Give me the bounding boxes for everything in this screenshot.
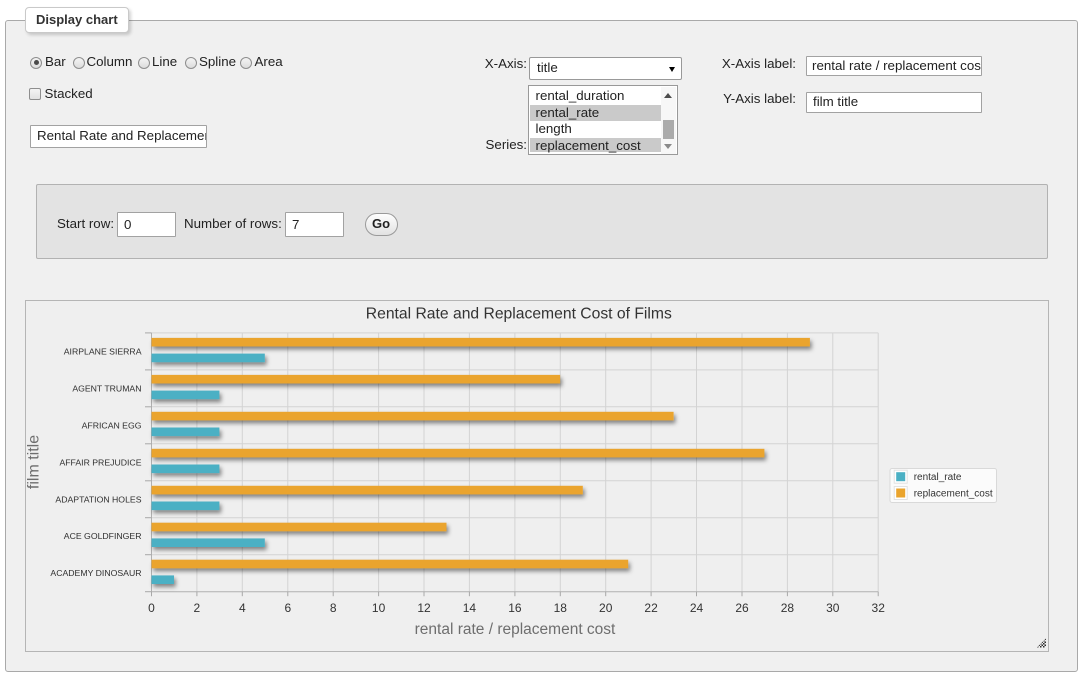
svg-text:replacement_cost: replacement_cost: [913, 489, 992, 500]
svg-text:30: 30: [826, 601, 840, 615]
svg-text:rental rate / replacement cost: rental rate / replacement cost: [414, 621, 615, 638]
svg-text:2: 2: [193, 601, 200, 615]
svg-text:4: 4: [238, 601, 245, 615]
svg-text:16: 16: [508, 601, 522, 615]
svg-text:24: 24: [689, 601, 703, 615]
svg-text:12: 12: [417, 601, 431, 615]
svg-text:AFRICAN EGG: AFRICAN EGG: [81, 420, 141, 430]
svg-text:0: 0: [148, 601, 155, 615]
svg-text:32: 32: [871, 601, 885, 615]
svg-text:film title: film title: [26, 435, 43, 489]
svg-text:ADAPTATION HOLES: ADAPTATION HOLES: [55, 494, 141, 504]
svg-text:10: 10: [371, 601, 385, 615]
svg-text:ACADEMY DINOSAUR: ACADEMY DINOSAUR: [50, 568, 141, 578]
svg-text:14: 14: [462, 601, 476, 615]
svg-text:AGENT TRUMAN: AGENT TRUMAN: [72, 383, 141, 393]
svg-text:8: 8: [329, 601, 336, 615]
svg-text:ACE GOLDFINGER: ACE GOLDFINGER: [63, 531, 141, 541]
svg-text:Rental Rate and Replacement Co: Rental Rate and Replacement Cost of Film…: [365, 305, 671, 322]
svg-text:AIRPLANE SIERRA: AIRPLANE SIERRA: [63, 346, 141, 356]
svg-text:18: 18: [553, 601, 567, 615]
svg-text:20: 20: [599, 601, 613, 615]
svg-text:26: 26: [735, 601, 749, 615]
svg-text:28: 28: [780, 601, 794, 615]
svg-text:22: 22: [644, 601, 658, 615]
svg-text:6: 6: [284, 601, 291, 615]
svg-text:rental_rate: rental_rate: [913, 472, 961, 483]
svg-text:AFFAIR PREJUDICE: AFFAIR PREJUDICE: [59, 457, 141, 467]
